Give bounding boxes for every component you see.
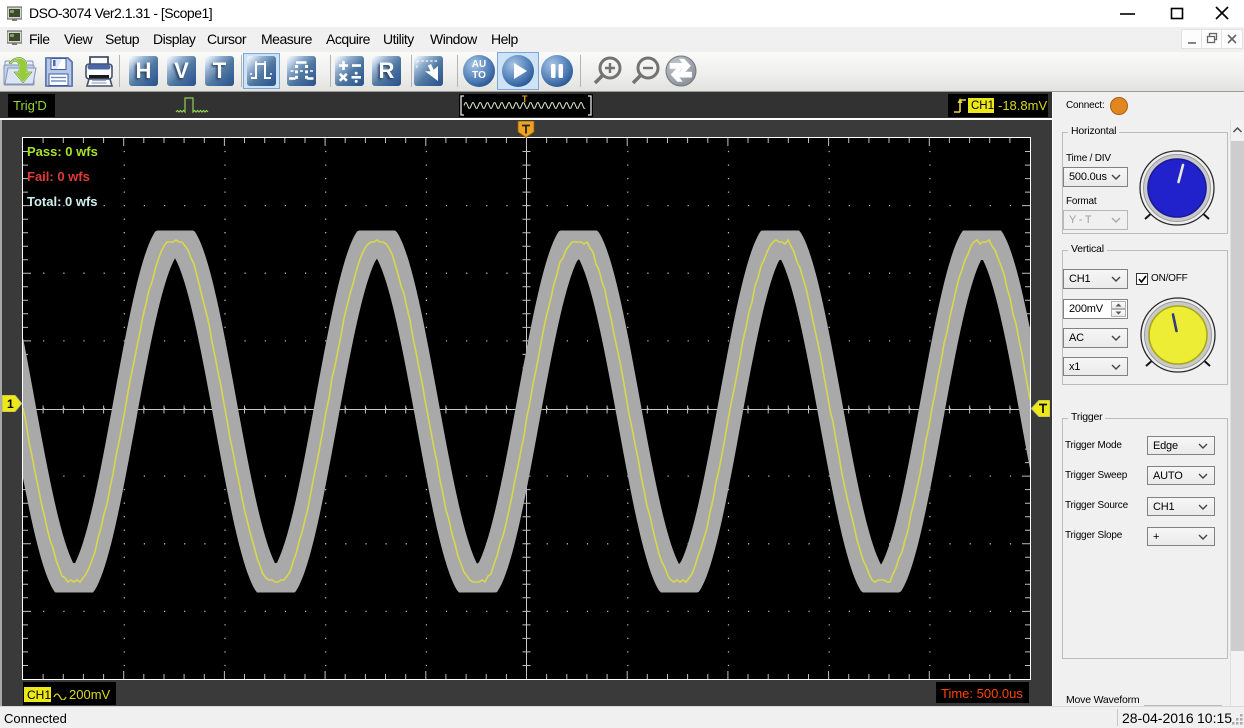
svg-text:1: 1 [7,397,14,411]
